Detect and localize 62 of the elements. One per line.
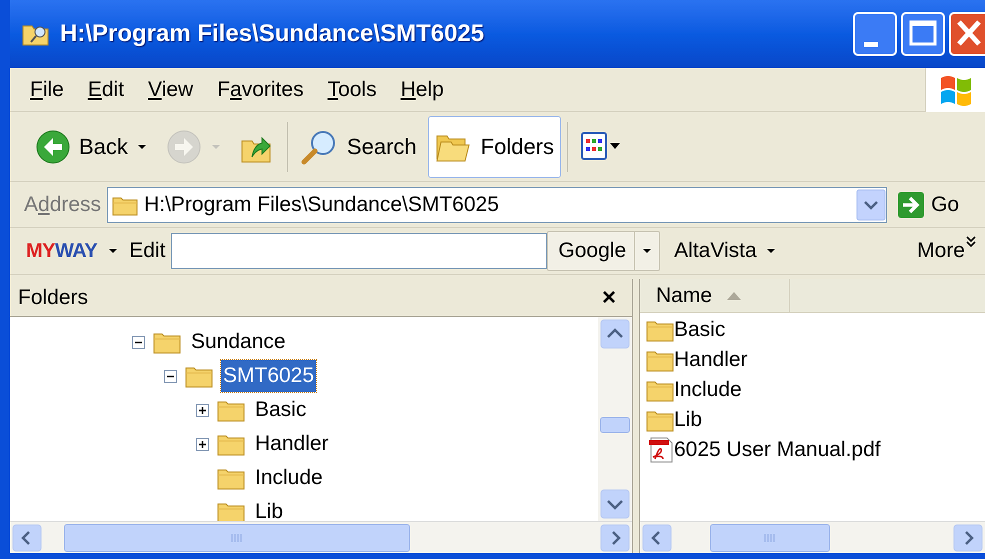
expand-icon[interactable] xyxy=(196,404,209,416)
scroll-right-button xyxy=(953,524,983,552)
collapse-icon[interactable] xyxy=(132,336,145,348)
tree-item[interactable]: Sundance xyxy=(189,326,288,358)
scroll-down-button xyxy=(600,489,630,519)
more-button[interactable]: More xyxy=(917,235,985,267)
address-label: Address xyxy=(24,192,102,218)
myway-logo[interactable]: MYWAY xyxy=(26,236,98,266)
grip-icon xyxy=(764,534,776,542)
menu-item[interactable]: File xyxy=(18,74,76,106)
menu-item[interactable]: Help xyxy=(388,74,456,106)
list-entry[interactable]: 6025 User Manual.pdf xyxy=(646,435,985,465)
list-entry[interactable]: Include xyxy=(646,375,985,405)
scroll-thumb[interactable] xyxy=(710,524,830,552)
list-entry[interactable]: Basic xyxy=(646,315,985,345)
search-engine-button[interactable]: AltaVista xyxy=(670,231,777,271)
menu-item[interactable]: Edit xyxy=(76,74,136,106)
address-field[interactable]: H:\Program Files\Sundance\SMT6025 xyxy=(107,186,888,222)
menu-item[interactable]: Tools xyxy=(316,74,389,106)
dropdown-arrow-icon xyxy=(136,142,148,150)
grip-icon xyxy=(231,534,243,542)
tree-item[interactable]: SMT6025 xyxy=(221,360,316,392)
tree-item[interactable]: Lib xyxy=(253,496,286,521)
list-entry[interactable]: Handler xyxy=(646,345,985,375)
pdf-file-icon xyxy=(646,437,674,463)
sort-ascending-icon xyxy=(726,290,742,300)
folders-button[interactable]: Folders xyxy=(428,116,561,178)
close-button[interactable]: × xyxy=(602,286,616,310)
dropdown-button xyxy=(856,188,886,220)
minimize-button[interactable] xyxy=(853,12,897,56)
dropdown-arrow-icon xyxy=(641,247,654,255)
dropdown-arrow-icon xyxy=(210,142,222,150)
scroll-thumb[interactable] xyxy=(64,524,410,552)
chevron-icon xyxy=(965,235,977,250)
dropdown-arrow-icon xyxy=(107,247,120,255)
pane-title: Folders xyxy=(18,284,88,311)
scroll-left-button xyxy=(12,524,42,552)
menu-item[interactable]: Favorites xyxy=(205,74,316,106)
tree-item[interactable]: Handler xyxy=(253,428,331,460)
tree-item[interactable]: Include xyxy=(253,462,325,494)
window-title: H:\Program Files\Sundance\SMT6025 xyxy=(60,19,486,49)
expand-icon[interactable] xyxy=(196,438,209,450)
search-field[interactable] xyxy=(171,233,548,269)
edit-button[interactable]: Edit xyxy=(129,235,166,267)
list-entry[interactable]: Lib xyxy=(646,405,985,435)
scroll-left-button xyxy=(642,524,672,552)
scroll-thumb[interactable] xyxy=(600,417,630,433)
search-button[interactable]: Search xyxy=(294,116,424,178)
tree-item[interactable]: Basic xyxy=(253,394,308,426)
dropdown-arrow-icon xyxy=(764,247,777,255)
horizontal-scrollbar[interactable] xyxy=(640,521,985,553)
vertical-scrollbar[interactable] xyxy=(598,317,632,521)
scroll-up-button xyxy=(600,319,630,349)
search-engine-button[interactable]: Google xyxy=(547,231,660,271)
close-button[interactable] xyxy=(949,12,985,56)
menu-item[interactable]: View xyxy=(136,74,206,106)
collapse-icon[interactable] xyxy=(164,370,177,382)
scroll-right-button xyxy=(600,524,630,552)
maximize-button[interactable] xyxy=(901,12,945,56)
back-button[interactable]: Back xyxy=(28,116,155,178)
horizontal-scrollbar[interactable] xyxy=(10,521,632,553)
go-button[interactable]: Go xyxy=(893,188,960,220)
